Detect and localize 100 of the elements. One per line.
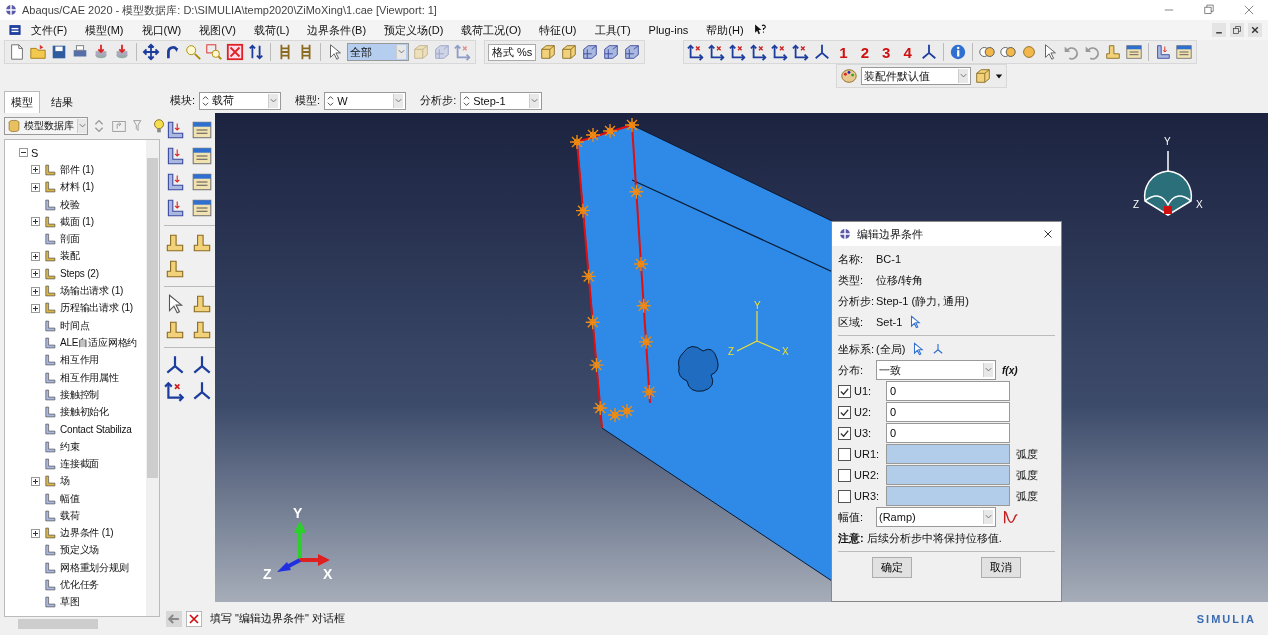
cube-icon[interactable]	[560, 43, 579, 61]
tree-item[interactable]: 材料 (1)	[60, 180, 94, 195]
pedestal-icon[interactable]	[191, 319, 213, 341]
palette-icon[interactable]	[840, 67, 858, 85]
tree-item[interactable]: 边界条件 (1)	[60, 526, 114, 541]
expand-toggle-icon[interactable]	[31, 165, 40, 175]
tree-item[interactable]: 网格重划分规则	[60, 560, 129, 575]
function-button[interactable]: f(x)	[1002, 364, 1018, 376]
tree-item[interactable]: 截面 (1)	[60, 214, 94, 229]
pedestal-icon[interactable]	[164, 232, 186, 254]
checkbox[interactable]	[838, 384, 851, 398]
model-combo[interactable]: W	[324, 91, 407, 110]
tree-item[interactable]: 连接截面	[60, 457, 100, 471]
expand-toggle-icon[interactable]	[31, 217, 40, 227]
tree-item[interactable]: S	[31, 146, 39, 159]
menu-item[interactable]: 帮助(H)	[697, 22, 753, 38]
table-icon[interactable]	[191, 145, 213, 167]
document-icon[interactable]	[8, 43, 26, 61]
restore-icon[interactable]	[1202, 3, 1216, 17]
tree-item[interactable]: 装配	[60, 249, 80, 264]
view-number-button[interactable]: 3	[877, 43, 896, 61]
pedestal-icon[interactable]	[1103, 43, 1122, 61]
table-icon[interactable]	[1174, 43, 1193, 61]
axes-icon[interactable]	[687, 43, 706, 61]
checkbox[interactable]	[838, 447, 851, 461]
amplitude-combo[interactable]: (Ramp)	[876, 507, 996, 527]
table-icon[interactable]	[191, 197, 213, 219]
pedestal-icon[interactable]	[164, 319, 186, 341]
table-icon[interactable]	[191, 119, 213, 141]
triad-icon[interactable]	[813, 43, 832, 61]
tree-item[interactable]: 草图	[60, 595, 80, 610]
cursor-icon[interactable]	[911, 342, 926, 356]
input-field[interactable]: 0	[886, 423, 1010, 443]
expand-toggle-icon[interactable]	[31, 269, 40, 279]
checkbox[interactable]	[838, 405, 851, 419]
view-number-button[interactable]: 4	[898, 43, 917, 61]
help-cursor-icon[interactable]	[752, 23, 767, 37]
tree-item[interactable]: 相互作用	[60, 353, 100, 368]
dialog-button[interactable]: 取消	[980, 557, 1021, 578]
expand-toggle-icon[interactable]	[31, 476, 40, 486]
mesh-cube-icon[interactable]	[581, 43, 600, 61]
database-combo[interactable]: 模型数据库	[4, 117, 88, 135]
tree-item[interactable]: 时间点	[60, 318, 90, 333]
vertical-scrollbar[interactable]	[146, 140, 159, 616]
tree-item[interactable]: 场输出请求 (1)	[60, 284, 124, 298]
axes-icon[interactable]	[792, 43, 811, 61]
tree-item[interactable]: Steps (2)	[60, 268, 99, 280]
tree-item[interactable]: 历程输出请求 (1)	[60, 301, 133, 316]
tree-item[interactable]: 接触初始化	[60, 405, 109, 420]
menu-item[interactable]: 特征(U)	[530, 22, 586, 38]
info-icon[interactable]	[948, 43, 967, 61]
tree-item[interactable]: 载荷	[60, 508, 80, 523]
tree-item[interactable]: 场	[60, 474, 70, 489]
restore-icon[interactable]	[1230, 23, 1244, 37]
checkbox[interactable]	[838, 468, 851, 482]
view-number-button[interactable]: 2	[855, 43, 875, 61]
panel-tab[interactable]: 结果	[44, 91, 80, 113]
module-combo[interactable]: 载荷	[199, 91, 282, 110]
minimize-icon[interactable]	[1212, 23, 1226, 37]
tree-item[interactable]: 校验	[60, 197, 80, 212]
input-field[interactable]: 0	[886, 402, 1010, 422]
cube-icon[interactable]	[539, 43, 558, 61]
expand-toggle-icon[interactable]	[31, 251, 40, 261]
triad-icon[interactable]	[191, 380, 213, 402]
move-icon[interactable]	[142, 43, 160, 61]
menu-item[interactable]: 预定义场(D)	[375, 22, 453, 38]
mesh-cube-icon[interactable]	[602, 43, 621, 61]
step-combo[interactable]: Step-1	[460, 91, 543, 110]
selection-filter-combo[interactable]: 全部	[347, 43, 409, 61]
axes-icon[interactable]	[708, 43, 727, 61]
axes-icon[interactable]	[750, 43, 769, 61]
menu-item[interactable]: 边界条件(B)	[298, 22, 376, 38]
wave-icon[interactable]	[1002, 508, 1020, 526]
pedestal-icon[interactable]	[191, 232, 213, 254]
checkbox[interactable]	[838, 426, 851, 440]
expand-toggle-icon[interactable]	[31, 286, 40, 296]
expand-toggle-icon[interactable]	[31, 303, 40, 313]
view-number-button[interactable]: 1	[834, 43, 853, 61]
menu-item[interactable]: 视口(W)	[132, 22, 191, 38]
open-folder-icon[interactable]	[29, 43, 47, 61]
checkbox[interactable]	[838, 489, 851, 503]
menu-item[interactable]: Plug-ins	[639, 24, 698, 36]
box-zoom-icon[interactable]	[205, 43, 223, 61]
tree-item[interactable]: ALE自适应网格约	[60, 335, 138, 350]
tree-item[interactable]: 预定义场	[60, 543, 100, 558]
menu-item[interactable]: 载荷(L)	[244, 22, 299, 38]
dialog-button[interactable]: 确定	[872, 557, 913, 578]
tree-item[interactable]: 约束	[60, 439, 80, 454]
axes-icon[interactable]	[164, 380, 186, 402]
mesh-cube-icon[interactable]	[623, 43, 642, 61]
tree-item[interactable]: 接触控制	[60, 387, 100, 402]
tree-item[interactable]: 幅值	[60, 491, 80, 506]
panel-tab[interactable]: 模型	[4, 91, 40, 113]
close-icon[interactable]	[1248, 23, 1262, 37]
cancel-x-icon[interactable]	[186, 610, 202, 627]
tree-item[interactable]: Contact Stabiliza	[60, 423, 132, 435]
input-field[interactable]: 0	[886, 381, 1010, 401]
window-menu-icon[interactable]	[8, 23, 22, 37]
tree-item[interactable]: 剖面	[60, 232, 80, 247]
axes-icon[interactable]	[729, 43, 748, 61]
